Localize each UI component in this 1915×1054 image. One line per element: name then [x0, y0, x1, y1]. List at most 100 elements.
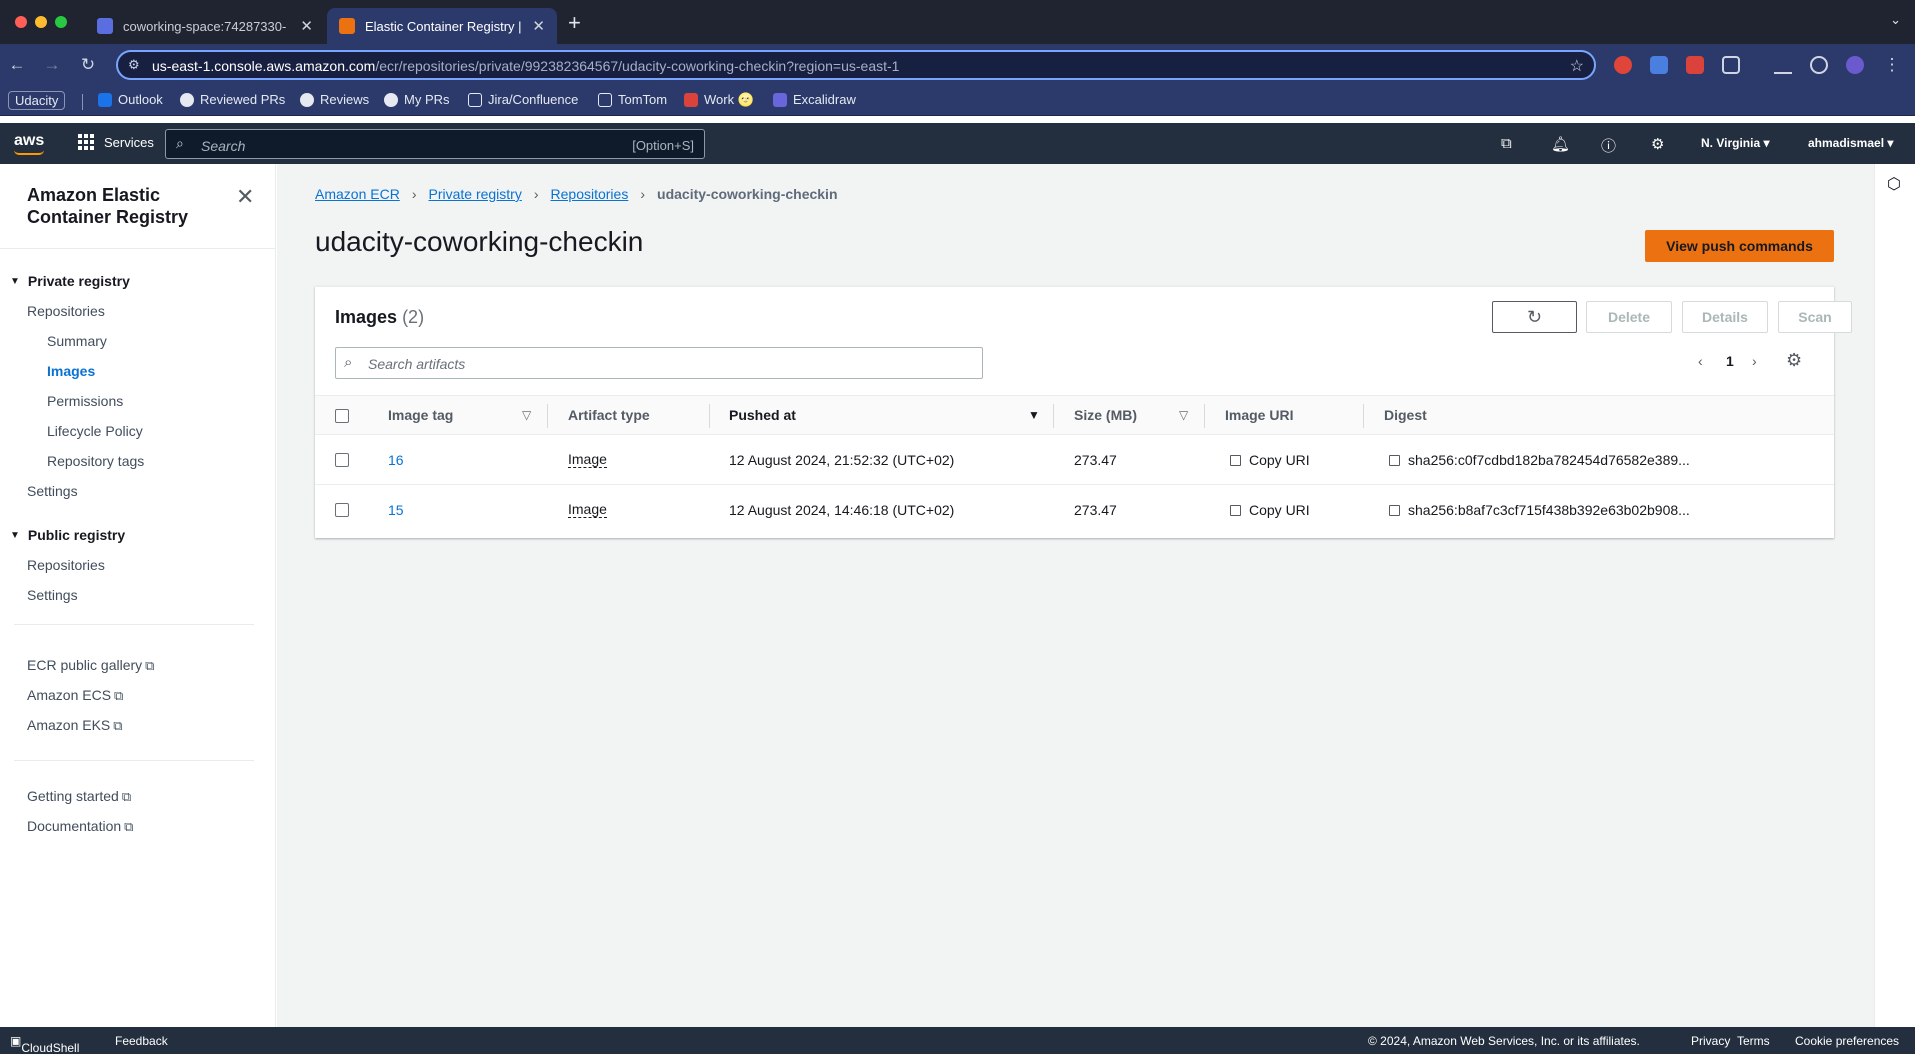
row-checkbox[interactable] [335, 453, 349, 467]
profile-avatar-icon[interactable] [1846, 56, 1864, 74]
sidebar-item-repository-tags[interactable]: Repository tags [47, 453, 144, 469]
browser-tab-coworking[interactable]: coworking-space:74287330- ✕ [85, 8, 325, 44]
image-tag-link[interactable]: 16 [388, 452, 404, 468]
artifact-type[interactable]: Image [568, 452, 607, 468]
row-checkbox[interactable] [335, 503, 349, 517]
details-button[interactable]: Details [1682, 301, 1768, 333]
public-registry-section[interactable]: ▼ Public registry [10, 527, 125, 543]
delete-button[interactable]: Delete [1586, 301, 1672, 333]
link-documentation[interactable]: Documentation ⧉ [27, 818, 133, 835]
digest-copy[interactable]: sha256:c0f7cdbd182ba782454d76582e389... [1389, 452, 1690, 468]
close-window-button[interactable] [15, 16, 27, 28]
browser-tab-ecr[interactable]: Elastic Container Registry | us ✕ [327, 8, 557, 44]
refresh-button[interactable]: ↻ [1492, 301, 1577, 333]
breadcrumb-repositories[interactable]: Repositories [551, 186, 629, 202]
breadcrumb-amazon-ecr[interactable]: Amazon ECR [315, 186, 400, 202]
digest-copy[interactable]: sha256:b8af7c3cf715f438b392e63b02b908... [1389, 502, 1690, 518]
minimize-window-button[interactable] [35, 16, 47, 28]
bookmark-excalidraw[interactable]: Excalidraw [773, 92, 856, 107]
privacy-link[interactable]: Privacy [1691, 1034, 1730, 1048]
sidebar-item-public-repositories[interactable]: Repositories [27, 557, 105, 573]
image-tag-link[interactable]: 15 [388, 502, 404, 518]
extensions-puzzle-icon[interactable] [1722, 56, 1740, 74]
column-divider[interactable] [1204, 404, 1205, 428]
link-ecr-public-gallery[interactable]: ECR public gallery ⧉ [27, 657, 154, 674]
browser-menu-icon[interactable]: ⋮ [1880, 53, 1904, 77]
column-size[interactable]: Size (MB) [1074, 407, 1137, 423]
close-navigation-icon[interactable]: ✕ [236, 184, 254, 210]
table-preferences-gear-icon[interactable]: ⚙ [1786, 350, 1802, 371]
feedback-link[interactable]: Feedback [115, 1034, 168, 1048]
zoom-window-button[interactable] [55, 16, 67, 28]
bookmark-work[interactable]: Work 🌝 [684, 92, 754, 108]
bookmark-my-prs[interactable]: My PRs [384, 92, 450, 107]
sidebar-item-summary[interactable]: Summary [47, 333, 107, 349]
back-arrow-icon[interactable]: ← [5, 53, 29, 77]
bookmark-outlook[interactable]: Outlook [98, 92, 163, 107]
info-panel-icon[interactable]: ⬡ [1887, 174, 1901, 194]
column-divider[interactable] [1053, 404, 1054, 428]
settings-gear-icon[interactable]: ⚙ [1651, 135, 1664, 153]
bookmark-reviews[interactable]: Reviews [300, 92, 369, 107]
close-tab-icon[interactable]: ✕ [532, 17, 545, 35]
site-info-icon[interactable]: ⚙ [128, 57, 140, 73]
copy-uri-button[interactable]: Copy URI [1230, 452, 1310, 468]
sidebar-item-private-settings[interactable]: Settings [27, 483, 78, 499]
select-all-checkbox[interactable] [335, 409, 349, 423]
sort-descending-icon[interactable]: ▼ [1028, 408, 1040, 422]
copy-uri-button[interactable]: Copy URI [1230, 502, 1310, 518]
aws-logo[interactable]: aws [14, 132, 44, 155]
region-selector[interactable]: N. Virginia ▾ [1701, 136, 1770, 150]
sidebar-item-images[interactable]: Images [47, 363, 95, 379]
column-artifact-type[interactable]: Artifact type [568, 407, 650, 423]
bookmark-udacity[interactable]: Udacity [8, 91, 66, 110]
bookmark-reviewed-prs[interactable]: Reviewed PRs [180, 92, 285, 107]
view-push-commands-button[interactable]: View push commands [1645, 230, 1834, 262]
download-icon[interactable] [1810, 56, 1828, 74]
cloudshell-link[interactable]: ▣ CloudShell [10, 1034, 79, 1054]
link-amazon-eks[interactable]: Amazon EKS ⧉ [27, 717, 123, 734]
extension-translate-icon[interactable] [1650, 56, 1668, 74]
aws-search-input[interactable]: ⌕ Search [Option+S] [165, 129, 705, 159]
cookie-preferences-link[interactable]: Cookie preferences [1795, 1034, 1899, 1048]
sidebar-item-lifecycle-policy[interactable]: Lifecycle Policy [47, 423, 143, 439]
sort-icon[interactable]: ▽ [522, 408, 531, 422]
tab-search-chevron-icon[interactable]: ⌄ [1890, 12, 1901, 28]
forward-arrow-icon[interactable]: → [40, 53, 64, 77]
column-pushed-at[interactable]: Pushed at [729, 407, 796, 423]
bookmark-star-icon[interactable]: ☆ [1570, 56, 1584, 76]
column-divider[interactable] [547, 404, 548, 428]
cloudshell-icon[interactable]: ⧉ [1501, 135, 1512, 152]
address-bar[interactable]: ⚙ us-east-1.console.aws.amazon.com/ecr/r… [116, 50, 1596, 80]
link-amazon-ecs[interactable]: Amazon ECS ⧉ [27, 687, 123, 704]
previous-page-icon[interactable]: ‹ [1698, 353, 1703, 369]
reading-list-icon[interactable] [1774, 56, 1792, 74]
sidebar-item-repositories[interactable]: Repositories [27, 303, 105, 319]
extension-todoist-icon[interactable] [1686, 56, 1704, 74]
breadcrumb-private-registry[interactable]: Private registry [428, 186, 521, 202]
column-digest[interactable]: Digest [1384, 407, 1427, 423]
column-divider[interactable] [1363, 404, 1364, 428]
link-getting-started[interactable]: Getting started ⧉ [27, 788, 131, 805]
column-image-tag[interactable]: Image tag [388, 407, 453, 423]
reload-icon[interactable]: ↻ [76, 53, 100, 77]
account-menu[interactable]: ahmadismael ▾ [1808, 136, 1893, 150]
current-page-number[interactable]: 1 [1726, 353, 1734, 369]
scan-button[interactable]: Scan [1778, 301, 1852, 333]
bookmark-jira-confluence[interactable]: Jira/Confluence [468, 92, 578, 107]
new-tab-button[interactable]: + [568, 10, 581, 36]
bookmark-tomtom[interactable]: TomTom [598, 92, 667, 107]
close-tab-icon[interactable]: ✕ [300, 17, 313, 35]
private-registry-section[interactable]: ▼ Private registry [10, 273, 130, 289]
notifications-bell-icon[interactable]: 🔔︎ [1551, 135, 1570, 153]
artifact-type[interactable]: Image [568, 502, 607, 518]
extension-red-icon[interactable] [1614, 56, 1632, 74]
terms-link[interactable]: Terms [1737, 1034, 1770, 1048]
next-page-icon[interactable]: › [1752, 353, 1757, 369]
sidebar-item-public-settings[interactable]: Settings [27, 587, 78, 603]
column-divider[interactable] [709, 404, 710, 428]
sort-icon[interactable]: ▽ [1179, 408, 1188, 422]
services-menu-button[interactable]: Services [78, 134, 154, 150]
column-image-uri[interactable]: Image URI [1225, 407, 1293, 423]
search-artifacts-input[interactable]: ⌕ Search artifacts [335, 347, 983, 379]
